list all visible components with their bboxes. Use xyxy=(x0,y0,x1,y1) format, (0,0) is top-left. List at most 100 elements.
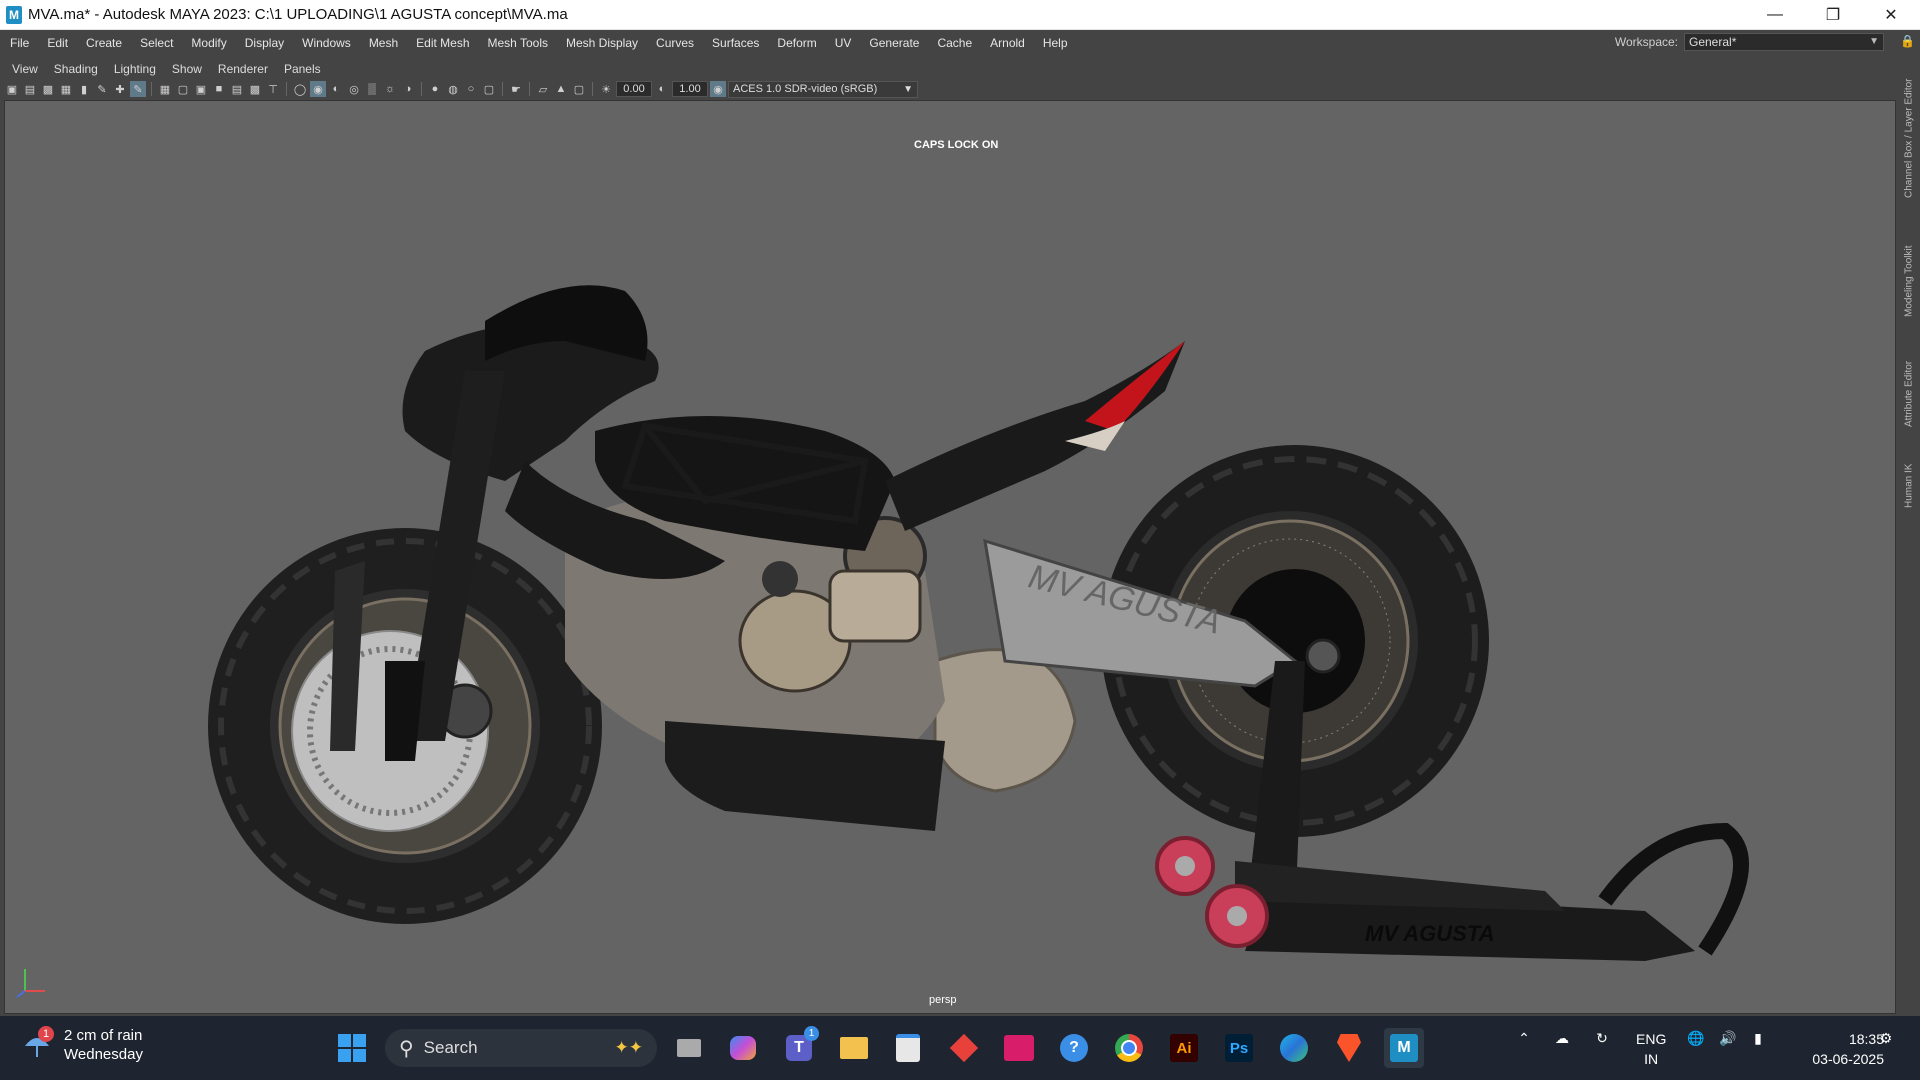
maya-app-icon[interactable]: M xyxy=(6,5,22,24)
tab-attribute-editor[interactable]: Attribute Editor xyxy=(1900,346,1918,441)
two-d-pan-icon[interactable]: ▮ xyxy=(76,81,92,97)
menu-generate[interactable]: Generate xyxy=(860,36,928,50)
help-icon[interactable]: ? xyxy=(1054,1028,1094,1068)
motion-blur-icon[interactable]: ◍ xyxy=(445,81,461,97)
windows-start-icon[interactable] xyxy=(332,1028,372,1068)
gate-mask-icon[interactable]: ■ xyxy=(211,81,227,97)
anti-aliasing-icon[interactable]: ○ xyxy=(463,81,479,97)
xray-icon[interactable]: ▒ xyxy=(364,81,380,97)
tab-channel-box[interactable]: Channel Box / Layer Editor xyxy=(1900,66,1918,211)
menu-mesh-tools[interactable]: Mesh Tools xyxy=(479,36,557,50)
menu-curves[interactable]: Curves xyxy=(647,36,703,50)
onedrive-icon[interactable]: ☁ xyxy=(1548,1030,1576,1047)
teams-icon[interactable]: T 1 xyxy=(779,1026,819,1068)
tab-human-ik[interactable]: Human IK xyxy=(1900,456,1918,516)
xray-joints-icon[interactable]: ▱ xyxy=(535,81,551,97)
panel-menu-view[interactable]: View xyxy=(4,62,46,76)
menu-deform[interactable]: Deform xyxy=(768,36,825,50)
film-gate-icon[interactable]: ▢ xyxy=(175,81,191,97)
menu-mesh-display[interactable]: Mesh Display xyxy=(557,36,647,50)
gamma-field[interactable]: 1.00 xyxy=(672,81,708,97)
bookmark-icon[interactable]: ▩ xyxy=(40,81,56,97)
volume-icon[interactable]: 🔊 xyxy=(1716,1030,1740,1047)
file-explorer-icon[interactable] xyxy=(834,1028,874,1068)
gamma-icon[interactable]: ◐ xyxy=(654,81,670,97)
resolution-gate-icon[interactable]: ▣ xyxy=(193,81,209,97)
menu-display[interactable]: Display xyxy=(236,36,293,50)
menu-mesh[interactable]: Mesh xyxy=(360,36,407,50)
anydesk-icon[interactable] xyxy=(944,1028,984,1068)
panel-menu-panels[interactable]: Panels xyxy=(276,62,329,76)
menu-arnold[interactable]: Arnold xyxy=(981,36,1034,50)
menu-surfaces[interactable]: Surfaces xyxy=(703,36,768,50)
chrome-icon[interactable] xyxy=(1109,1028,1149,1068)
safe-action-icon[interactable]: ▩ xyxy=(247,81,263,97)
wireframe-icon[interactable]: ◯ xyxy=(292,81,308,97)
edge-icon[interactable] xyxy=(1274,1028,1314,1068)
menu-uv[interactable]: UV xyxy=(826,36,861,50)
menu-windows[interactable]: Windows xyxy=(293,36,360,50)
workspace-dropdown[interactable]: General* ▼ xyxy=(1684,33,1884,51)
depth-of-field-icon[interactable]: ▢ xyxy=(481,81,497,97)
exposure-icon[interactable]: ☀ xyxy=(598,81,614,97)
minimize-icon[interactable]: — xyxy=(1746,0,1804,29)
close-icon[interactable]: ✕ xyxy=(1862,0,1920,29)
menu-cache[interactable]: Cache xyxy=(928,36,981,50)
show-hidden-icons-icon[interactable]: ⌃ xyxy=(1512,1030,1536,1047)
default-material-icon[interactable]: ◐ xyxy=(328,81,344,97)
ambient-occlusion-icon[interactable]: ● xyxy=(427,81,443,97)
color-management-icon[interactable]: ◉ xyxy=(710,81,726,97)
image-plane-icon[interactable]: ▦ xyxy=(58,81,74,97)
lock-icon[interactable]: 🔒 xyxy=(1900,34,1915,48)
menu-file[interactable]: File xyxy=(0,36,38,50)
chevron-down-icon: ▼ xyxy=(1869,36,1879,47)
panel-menu-shading[interactable]: Shading xyxy=(46,62,106,76)
panel-menu-show[interactable]: Show xyxy=(164,62,210,76)
menu-help[interactable]: Help xyxy=(1034,36,1077,50)
copilot-icon[interactable] xyxy=(723,1028,763,1068)
menu-edit-mesh[interactable]: Edit Mesh xyxy=(407,36,478,50)
camera-icon[interactable]: ▣ xyxy=(4,81,20,97)
toolbar-divider xyxy=(592,82,593,96)
photoshop-icon[interactable]: Ps xyxy=(1219,1028,1259,1068)
sync-icon[interactable]: ↻ xyxy=(1588,1030,1616,1047)
network-icon[interactable]: 🌐 xyxy=(1684,1030,1708,1047)
notification-center-icon[interactable]: ⚙ xyxy=(1874,1030,1898,1047)
grease-pencil-active-icon[interactable]: ✎ xyxy=(130,81,146,97)
shadows-icon[interactable]: ◑ xyxy=(400,81,416,97)
taskbar-search[interactable]: ⚲ Search ✦✦ xyxy=(385,1029,657,1067)
lock-camera-icon[interactable]: ✚ xyxy=(112,81,128,97)
panel-menu-lighting[interactable]: Lighting xyxy=(106,62,164,76)
task-view-icon[interactable] xyxy=(669,1028,709,1068)
isolate-select-icon[interactable]: ☛ xyxy=(508,81,524,97)
safe-title-icon[interactable]: ⊤ xyxy=(265,81,281,97)
exposure-field[interactable]: 0.00 xyxy=(616,81,652,97)
menu-create[interactable]: Create xyxy=(77,36,131,50)
grease-pencil-icon[interactable]: ✎ xyxy=(94,81,110,97)
panel-menu-renderer[interactable]: Renderer xyxy=(210,62,276,76)
menu-edit[interactable]: Edit xyxy=(38,36,77,50)
xray-active-components-icon[interactable]: ▲ xyxy=(553,81,569,97)
tab-modeling-toolkit[interactable]: Modeling Toolkit xyxy=(1900,231,1918,331)
smooth-shade-icon[interactable]: ◉ xyxy=(310,81,326,97)
textured-icon[interactable]: ◎ xyxy=(346,81,362,97)
viewport-persp[interactable]: CAPS LOCK ON MV AGUSTA MV AGUSTA persp xyxy=(4,100,1896,1014)
maya-taskbar-icon[interactable]: M xyxy=(1384,1028,1424,1068)
illustrator-icon[interactable]: Ai xyxy=(1164,1028,1204,1068)
lights-icon[interactable]: ☼ xyxy=(382,81,398,97)
weather-widget[interactable]: 1 2 cm of rain Wednesday xyxy=(22,1026,143,1064)
backface-culling-icon[interactable]: ▢ xyxy=(571,81,587,97)
microsoft-store-icon[interactable] xyxy=(888,1028,928,1068)
menu-modify[interactable]: Modify xyxy=(182,36,235,50)
view-transform-dropdown[interactable]: ACES 1.0 SDR-video (sRGB) ▼ xyxy=(728,80,918,98)
language-indicator[interactable]: ENG IN xyxy=(1636,1029,1666,1069)
menu-select[interactable]: Select xyxy=(131,36,182,50)
forza-icon[interactable] xyxy=(999,1028,1039,1068)
windows-taskbar: 1 2 cm of rain Wednesday ⚲ Search ✦✦ T 1… xyxy=(0,1016,1920,1080)
field-chart-icon[interactable]: ▤ xyxy=(229,81,245,97)
battery-icon[interactable]: ▮ xyxy=(1746,1030,1770,1047)
brave-icon[interactable] xyxy=(1329,1028,1369,1068)
grid-icon[interactable]: ▦ xyxy=(157,81,173,97)
camera-attributes-icon[interactable]: ▤ xyxy=(22,81,38,97)
restore-icon[interactable]: ❐ xyxy=(1804,0,1862,29)
